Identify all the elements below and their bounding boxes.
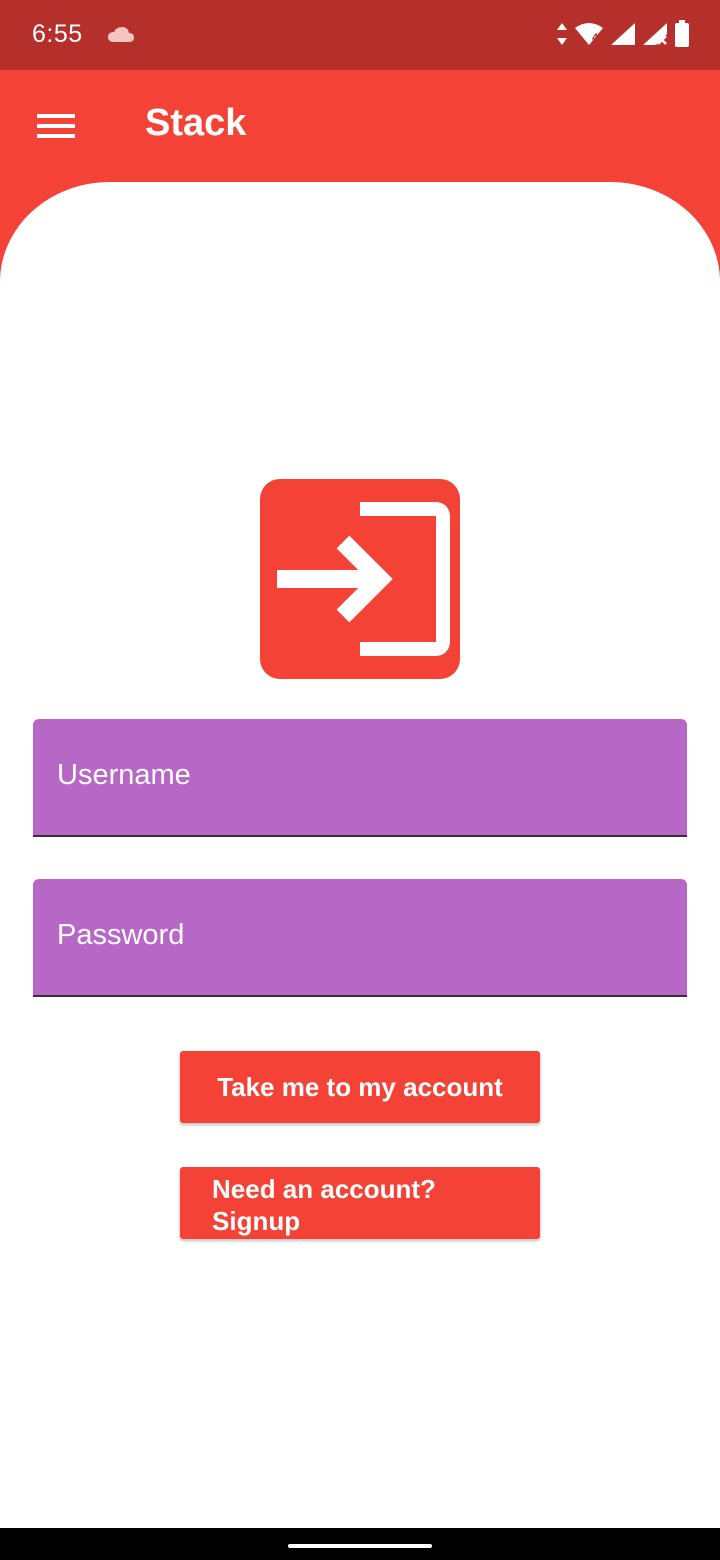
app-title: Stack [145,102,247,144]
username-placeholder: Username [57,759,191,791]
status-bar: 6:55 4 [0,0,720,70]
signal-icon [610,22,636,51]
password-field[interactable]: Password [33,879,687,997]
password-placeholder: Password [57,919,185,951]
signup-button[interactable]: Need an account? Signup [180,1167,540,1239]
navigation-bar [0,1528,720,1560]
username-field[interactable]: Username [33,719,687,837]
login-button[interactable]: Take me to my account [180,1051,540,1123]
status-icons: 4 [556,20,690,53]
wifi-badge: 4 [592,32,599,44]
content-sheet [0,182,720,1528]
hamburger-menu-icon [37,114,75,138]
wifi-icon: 4 [574,22,604,51]
battery-icon [674,20,690,53]
status-time: 6:55 [32,20,83,48]
menu-button[interactable] [26,104,86,148]
cloud-icon [106,24,136,51]
login-button-label: Take me to my account [217,1071,503,1102]
data-arrows-icon [556,21,568,52]
login-arrow-icon [260,479,460,679]
signal-no-service-icon [642,22,668,51]
signup-button-label: Need an account? Signup [212,1174,436,1236]
home-gesture-pill[interactable] [288,1544,432,1548]
